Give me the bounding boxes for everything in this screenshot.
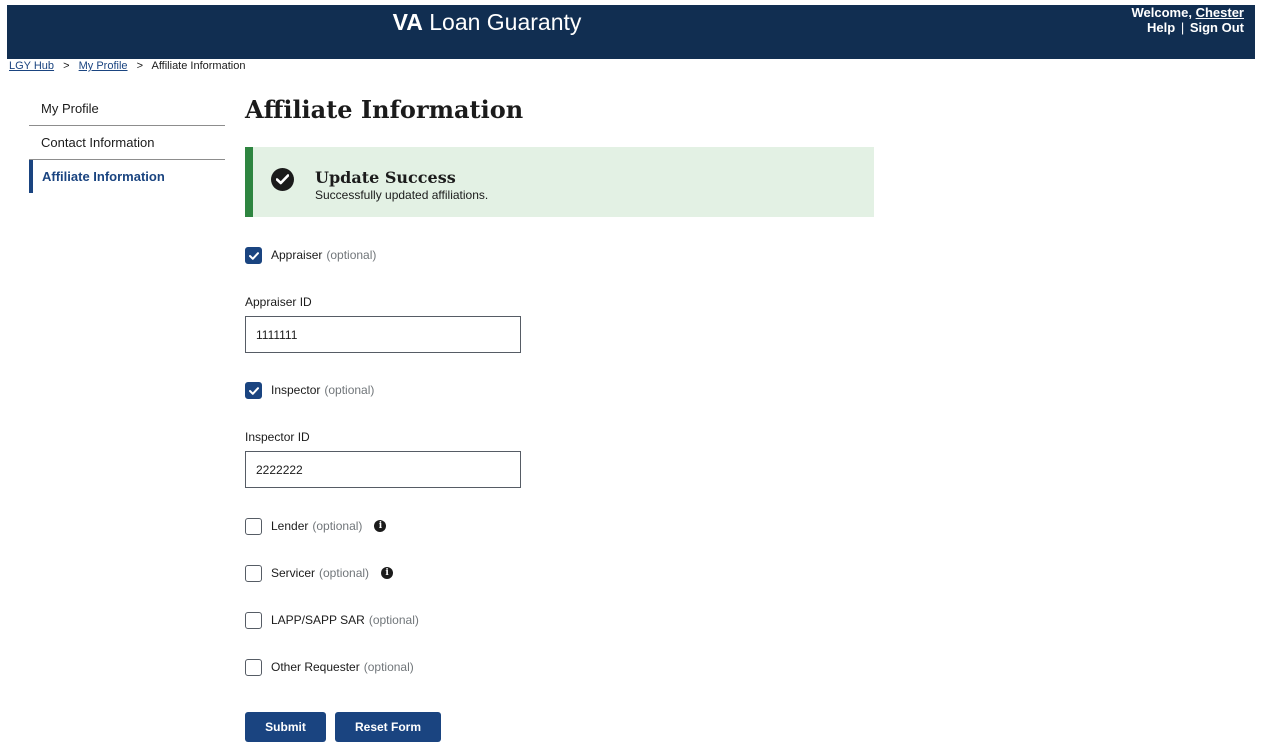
sign-out-link[interactable]: Sign Out [1190,20,1244,35]
lapp-sapp-sar-label: LAPP/SAPP SAR [271,613,365,627]
lender-optional-hint: (optional) [312,519,363,533]
appraiser-id-input[interactable] [245,316,521,353]
lender-info-icon[interactable]: i [374,520,387,532]
reset-form-button[interactable]: Reset Form [335,712,441,742]
site-brand: VA Loan Guaranty [7,5,967,39]
other-requester-checkbox[interactable] [245,658,262,676]
lender-label: Lender [271,519,309,533]
welcome-text: Welcome, [1131,5,1192,20]
inspector-checkbox[interactable] [245,381,262,399]
inspector-label: Inspector [271,383,321,397]
appraiser-id-label: Appraiser ID [245,295,312,309]
other-requester-checkbox-row[interactable]: Other Requester (optional) [245,658,414,676]
breadcrumb-separator: > [136,60,144,72]
other-requester-optional-hint: (optional) [363,660,414,674]
breadcrumb-separator: > [63,60,70,72]
inspector-checkbox-row[interactable]: Inspector (optional) [245,381,374,399]
breadcrumb-my-profile[interactable]: My Profile [79,60,128,72]
page-title: Affiliate Information [245,95,524,124]
sidebar-item-my-profile[interactable]: My Profile [29,92,225,126]
inspector-optional-hint: (optional) [324,383,375,397]
user-menu: Welcome, Chester Help | Sign Out [1132,5,1245,35]
other-requester-label: Other Requester [271,660,360,674]
lapp-sapp-sar-checkbox[interactable] [245,611,262,629]
appraiser-label: Appraiser [271,248,323,262]
lapp-sapp-sar-optional-hint: (optional) [368,613,419,627]
servicer-info-icon[interactable]: i [381,567,394,579]
lapp-sapp-sar-checkbox-row[interactable]: LAPP/SAPP SAR (optional) [245,611,419,629]
servicer-optional-hint: (optional) [319,566,370,580]
inspector-id-input[interactable] [245,451,521,488]
breadcrumb-lgy-hub[interactable]: LGY Hub [9,60,54,72]
checkmark-icon [249,251,259,260]
user-name-link[interactable]: Chester [1196,5,1244,20]
servicer-label: Servicer [271,566,316,580]
servicer-checkbox-row[interactable]: Servicer (optional) i [245,564,394,582]
sidebar-item-affiliate-information[interactable]: Affiliate Information [29,160,225,193]
inspector-id-label: Inspector ID [245,430,310,444]
site-header: VA Loan Guaranty Welcome, Chester Help |… [7,5,1255,59]
help-link[interactable]: Help [1147,20,1175,35]
breadcrumb: LGY Hub > My Profile > Affiliate Informa… [9,60,245,72]
alert-heading: Update Success [315,168,456,187]
appraiser-optional-hint: (optional) [326,248,377,262]
sidebar-item-contact-information[interactable]: Contact Information [29,126,225,160]
checkmark-icon [249,386,259,395]
lender-checkbox-row[interactable]: Lender (optional) i [245,517,387,535]
brand-va: VA [392,9,423,35]
submit-button[interactable]: Submit [245,712,326,742]
menu-separator: | [1180,20,1185,35]
sidebar-nav: My Profile Contact Information Affiliate… [29,92,225,193]
check-circle-icon [271,168,294,191]
appraiser-checkbox[interactable] [245,246,262,264]
success-alert: Update Success Successfully updated affi… [245,147,874,217]
lender-checkbox[interactable] [245,517,262,535]
servicer-checkbox[interactable] [245,564,262,582]
brand-name: Loan Guaranty [429,9,582,35]
breadcrumb-current: Affiliate Information [151,60,246,72]
appraiser-checkbox-row[interactable]: Appraiser (optional) [245,246,376,264]
alert-body: Successfully updated affiliations. [315,188,489,202]
